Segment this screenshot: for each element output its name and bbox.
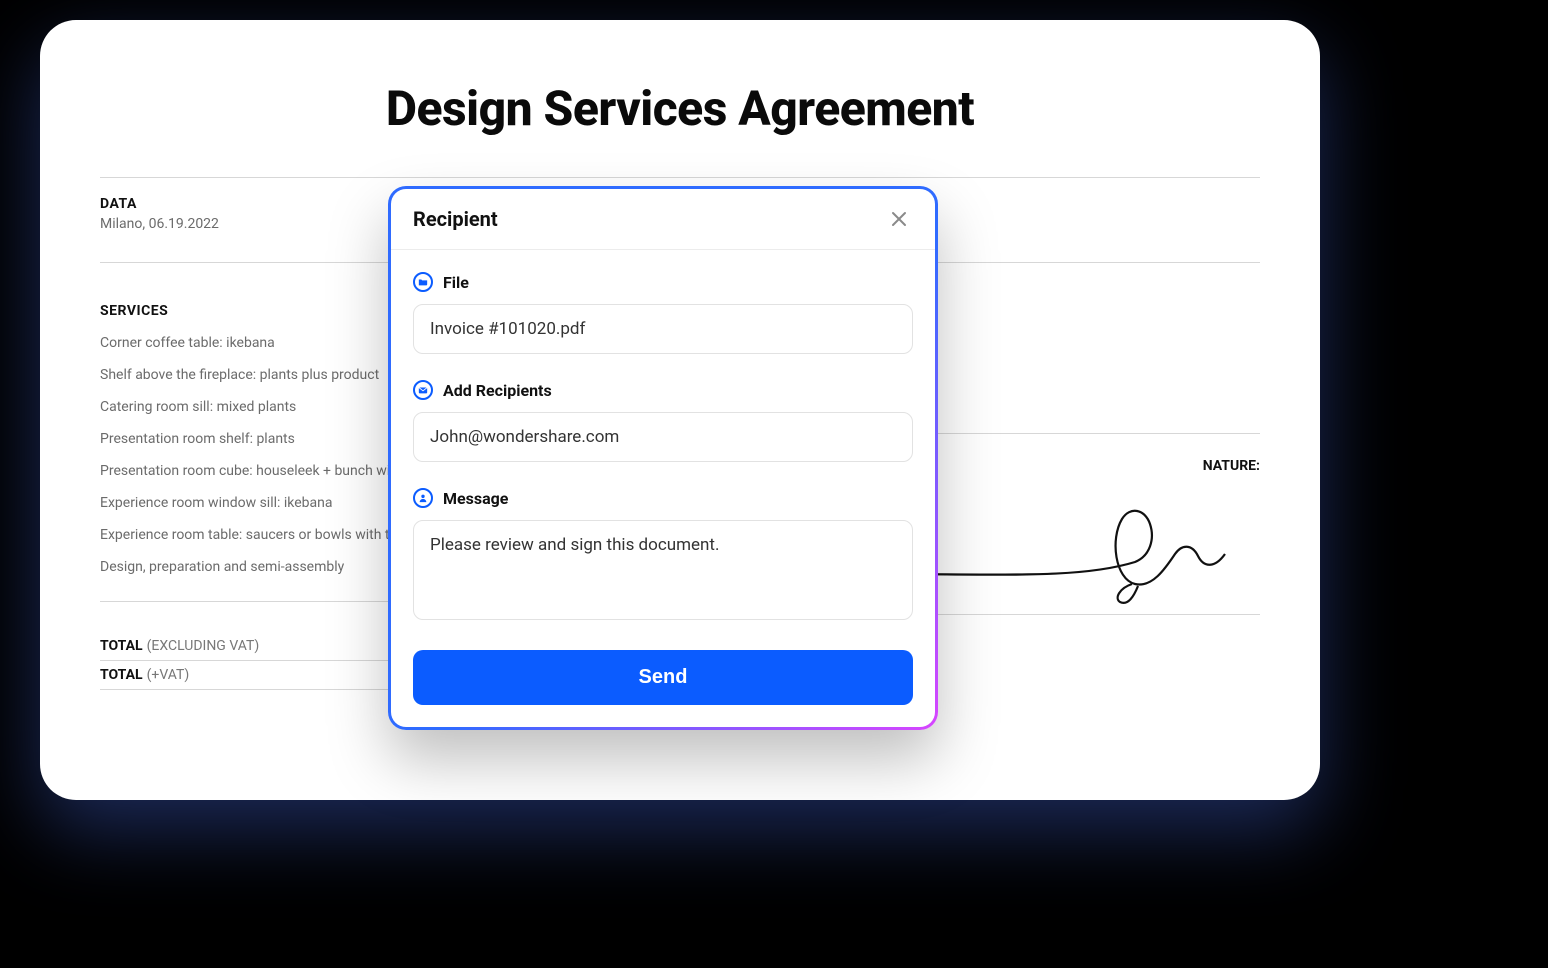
send-button[interactable]: Send: [413, 650, 913, 705]
total-sublabel: (EXCLUDING VAT): [147, 638, 260, 654]
modal-title: Recipient: [413, 207, 498, 231]
signature-area: [900, 474, 1260, 614]
message-textarea[interactable]: [413, 520, 913, 620]
total-label: TOTAL: [100, 638, 143, 654]
file-field-label: File: [413, 272, 913, 292]
divider: [900, 433, 1260, 434]
message-label-text: Message: [443, 489, 508, 508]
total-sublabel: (+VAT): [147, 667, 190, 683]
message-field-label: Message: [413, 488, 913, 508]
recipients-label-text: Add Recipients: [443, 381, 552, 400]
signature-icon: [880, 484, 1280, 624]
mail-icon: [413, 380, 433, 400]
recipients-input[interactable]: [413, 412, 913, 462]
close-icon: [891, 211, 907, 227]
file-input[interactable]: [413, 304, 913, 354]
person-icon: [413, 488, 433, 508]
signature-label: NATURE:: [900, 458, 1260, 474]
folder-icon: [413, 272, 433, 292]
file-label-text: File: [443, 273, 469, 292]
document-title: Design Services Agreement: [100, 80, 1260, 137]
divider: [100, 177, 1260, 178]
close-button[interactable]: [885, 205, 913, 233]
recipients-field-label: Add Recipients: [413, 380, 913, 400]
modal-header: Recipient: [391, 189, 935, 250]
total-label: TOTAL: [100, 667, 143, 683]
recipient-modal: Recipient File: [388, 186, 938, 730]
